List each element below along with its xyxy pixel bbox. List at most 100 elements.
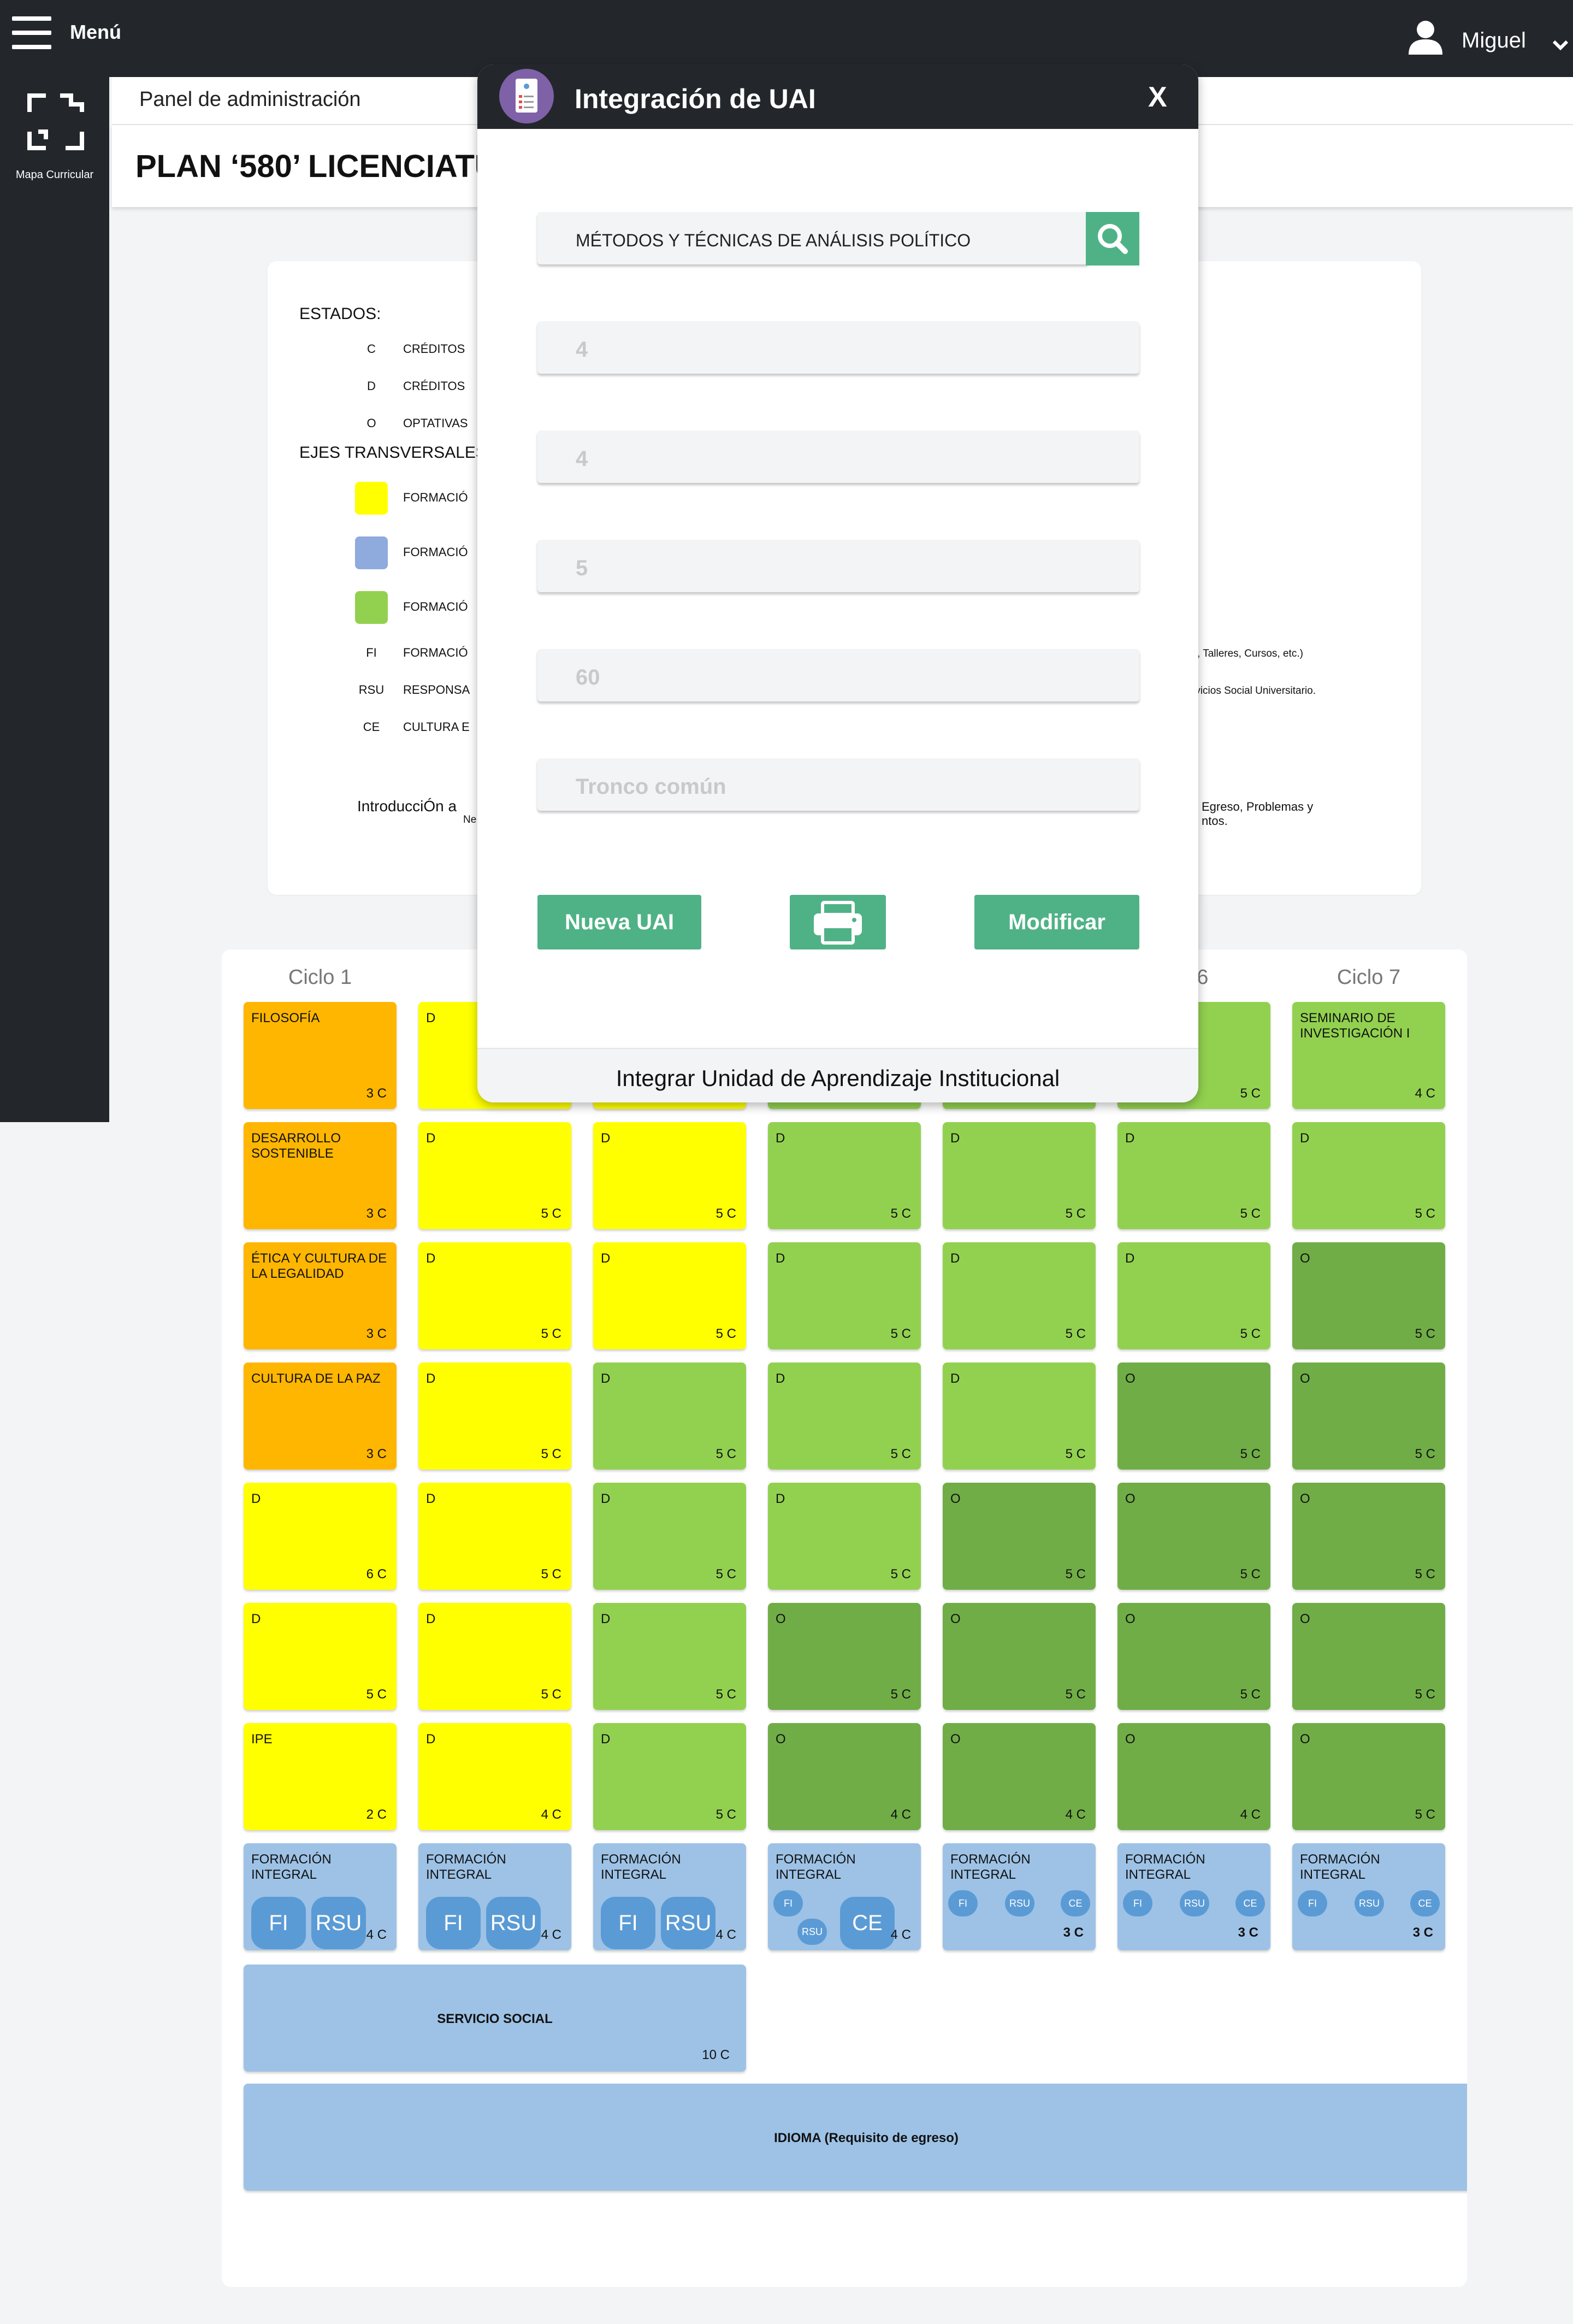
- course-cell[interactable]: D 5 C: [768, 1362, 921, 1470]
- formacion-integral-cell[interactable]: FORMACIÓN INTEGRAL FI RSU CE 3 C: [943, 1843, 1096, 1950]
- course-credits: 6 C: [366, 1567, 387, 1582]
- course-credits: 5 C: [1240, 1567, 1261, 1582]
- course-cell[interactable]: D 4 C: [418, 1723, 571, 1830]
- course-cell[interactable]: D 5 C: [1117, 1122, 1270, 1229]
- course-cell[interactable]: O 5 C: [1292, 1242, 1445, 1349]
- eje-swatch: [355, 536, 388, 569]
- course-cell[interactable]: D 5 C: [768, 1242, 921, 1349]
- course-credits: 5 C: [1065, 1567, 1086, 1582]
- code-label: FI: [366, 646, 377, 659]
- course-credits: 5 C: [890, 1567, 911, 1582]
- course-cell[interactable]: D 5 C: [593, 1603, 746, 1710]
- course-cell[interactable]: D 5 C: [943, 1362, 1096, 1470]
- formacion-integral-cell[interactable]: FORMACIÓN INTEGRAL FI RSU 4 C: [593, 1843, 746, 1950]
- course-name: D: [601, 1371, 611, 1386]
- new-uai-button[interactable]: Nueva UAI: [537, 895, 701, 949]
- course-cell[interactable]: ÉTICA Y CULTURA DE LA LEGALIDAD 3 C: [244, 1242, 397, 1349]
- course-cell[interactable]: D 5 C: [943, 1242, 1096, 1349]
- field-4[interactable]: 60: [537, 649, 1139, 701]
- course-cell[interactable]: FILOSOFÍA 3 C: [244, 1002, 397, 1109]
- course-cell[interactable]: D 5 C: [418, 1603, 571, 1710]
- course-cell[interactable]: O 5 C: [1292, 1362, 1445, 1470]
- course-credits: 4 C: [541, 1807, 561, 1822]
- menu-label[interactable]: Menú: [70, 21, 121, 44]
- course-cell[interactable]: O 5 C: [1117, 1362, 1270, 1470]
- course-cell[interactable]: O 5 C: [1292, 1723, 1445, 1830]
- course-credits: 4 C: [1415, 1086, 1435, 1101]
- course-cell[interactable]: D 5 C: [1117, 1242, 1270, 1349]
- code-desc: FORMACIÓ: [403, 646, 468, 659]
- course-credits: 5 C: [890, 1206, 911, 1221]
- servicio-social-cell[interactable]: SERVICIO SOCIAL 10 C: [244, 1965, 746, 2072]
- course-cell[interactable]: D 5 C: [593, 1723, 746, 1830]
- course-cell[interactable]: O 5 C: [943, 1483, 1096, 1590]
- course-cell[interactable]: O 5 C: [1117, 1483, 1270, 1590]
- field-3[interactable]: 5: [537, 540, 1139, 592]
- formacion-integral-cell[interactable]: FORMACIÓN INTEGRAL FI RSU CE 4 C: [768, 1843, 921, 1950]
- course-name: IPE: [251, 1732, 273, 1747]
- course-name: O: [950, 1612, 961, 1626]
- course-cell[interactable]: D 6 C: [244, 1483, 397, 1590]
- course-cell[interactable]: D 5 C: [768, 1483, 921, 1590]
- course-cell[interactable]: O 5 C: [768, 1603, 921, 1710]
- print-button[interactable]: [790, 895, 886, 949]
- course-cell[interactable]: O 5 C: [1292, 1603, 1445, 1710]
- course-name: FORMACIÓN INTEGRAL: [776, 1852, 856, 1882]
- formacion-integral-cell[interactable]: FORMACIÓN INTEGRAL FI RSU CE 3 C: [1292, 1843, 1445, 1950]
- chevron-down-icon[interactable]: [1552, 35, 1569, 55]
- course-cell[interactable]: D 5 C: [418, 1122, 571, 1229]
- sidebar-item-mapa-curricular[interactable]: Mapa Curricular: [0, 77, 109, 192]
- course-cell[interactable]: D 5 C: [593, 1242, 746, 1349]
- field-2[interactable]: 4: [537, 430, 1139, 483]
- course-credits: 5 C: [1240, 1687, 1261, 1702]
- course-cell[interactable]: O 5 C: [1117, 1603, 1270, 1710]
- field-5[interactable]: Tronco común: [537, 758, 1139, 811]
- course-credits: 5 C: [541, 1206, 561, 1221]
- course-cell[interactable]: IPE 2 C: [244, 1723, 397, 1830]
- course-cell[interactable]: D 5 C: [418, 1242, 571, 1349]
- search-input[interactable]: MÉTODOS Y TÉCNICAS DE ANÁLISIS POLÍTICO: [537, 212, 1089, 264]
- close-button[interactable]: X: [1148, 81, 1167, 114]
- course-credits: 5 C: [1240, 1206, 1261, 1221]
- user-icon[interactable]: [1406, 19, 1445, 57]
- course-cell[interactable]: D 5 C: [943, 1122, 1096, 1229]
- course-cell[interactable]: SEMINARIO DE INVESTIGACIÓN I 4 C: [1292, 1002, 1445, 1109]
- course-cell[interactable]: D 5 C: [418, 1483, 571, 1590]
- code-desc: RESPONSA: [403, 683, 470, 697]
- course-cell[interactable]: D 5 C: [418, 1362, 571, 1470]
- axis-badge: RSU: [311, 1897, 366, 1949]
- formacion-integral-cell[interactable]: FORMACIÓN INTEGRAL FI RSU 4 C: [418, 1843, 571, 1950]
- course-cell[interactable]: DESARROLLO SOSTENIBLE 3 C: [244, 1122, 397, 1229]
- search-button[interactable]: [1086, 212, 1139, 266]
- course-cell[interactable]: CULTURA DE LA PAZ 3 C: [244, 1362, 397, 1470]
- course-cell[interactable]: O 5 C: [1292, 1483, 1445, 1590]
- menu-icon[interactable]: [12, 15, 51, 50]
- idioma-cell[interactable]: IDIOMA (Requisito de egreso): [244, 2084, 1467, 2191]
- course-cell[interactable]: D 5 C: [1292, 1122, 1445, 1229]
- modify-button[interactable]: Modificar: [974, 895, 1139, 949]
- course-cell[interactable]: D 5 C: [768, 1122, 921, 1229]
- estado-code: D: [367, 379, 376, 393]
- modal-footer: Integrar Unidad de Aprendizaje Instituci…: [477, 1048, 1198, 1102]
- course-cell[interactable]: D 5 C: [593, 1483, 746, 1590]
- course-cell[interactable]: O 4 C: [943, 1723, 1096, 1830]
- field-1[interactable]: 4: [537, 321, 1139, 374]
- course-cell[interactable]: D 5 C: [593, 1362, 746, 1470]
- uai-modal: Integración de UAI X MÉTODOS Y TÉCNICAS …: [477, 64, 1198, 1102]
- cycle-label: Ciclo 7: [1337, 966, 1401, 989]
- formacion-integral-cell[interactable]: FORMACIÓN INTEGRAL FI RSU 4 C: [244, 1843, 397, 1950]
- course-cell[interactable]: O 5 C: [943, 1603, 1096, 1710]
- search-value: MÉTODOS Y TÉCNICAS DE ANÁLISIS POLÍTICO: [576, 231, 971, 250]
- course-name: D: [426, 1251, 436, 1266]
- axis-badge: FI: [1298, 1890, 1327, 1916]
- course-cell[interactable]: O 4 C: [768, 1723, 921, 1830]
- axis-badge: FI: [251, 1897, 306, 1949]
- course-cell[interactable]: O 4 C: [1117, 1723, 1270, 1830]
- course-credits: 5 C: [541, 1326, 561, 1341]
- course-cell[interactable]: D 5 C: [593, 1122, 746, 1229]
- course-name: FORMACIÓN INTEGRAL: [251, 1852, 332, 1882]
- course-credits: 5 C: [1065, 1326, 1086, 1341]
- formacion-integral-cell[interactable]: FORMACIÓN INTEGRAL FI RSU CE 3 C: [1117, 1843, 1270, 1950]
- course-cell[interactable]: D 5 C: [244, 1603, 397, 1710]
- user-name[interactable]: Miguel: [1462, 28, 1526, 53]
